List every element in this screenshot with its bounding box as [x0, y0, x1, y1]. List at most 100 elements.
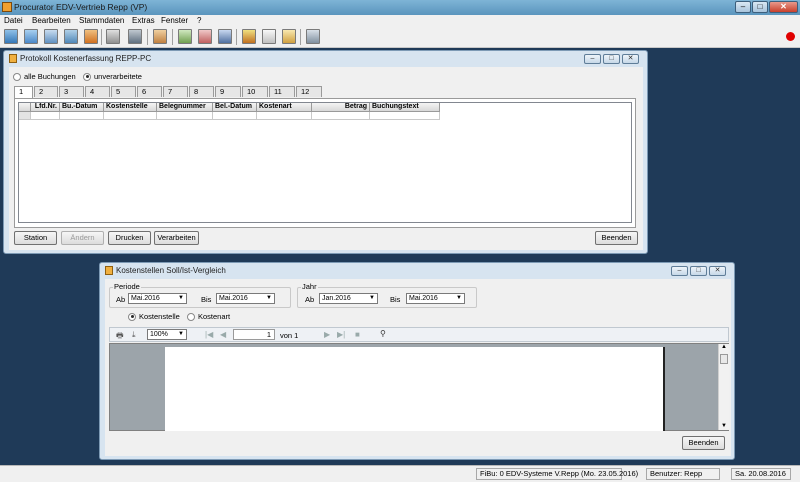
protokoll-minimize-button[interactable]: –: [584, 54, 601, 64]
prev-page-icon[interactable]: ◀: [220, 330, 226, 339]
tab-1[interactable]: 1: [14, 86, 33, 98]
chart-red-icon[interactable]: [198, 29, 212, 44]
grid-cell[interactable]: [157, 112, 213, 120]
periode-bis-value: Mai.2016: [219, 295, 248, 302]
column-header[interactable]: Bel.-Datum: [213, 103, 257, 112]
radio-dot: [128, 312, 136, 321]
pencil-icon[interactable]: [262, 29, 276, 44]
maximize-button[interactable]: □: [752, 1, 768, 13]
tab-5[interactable]: 5: [111, 86, 136, 97]
stop-icon[interactable]: ■: [355, 330, 360, 339]
calculator-icon[interactable]: [128, 29, 142, 44]
next-page-icon[interactable]: ▶: [324, 330, 330, 339]
menu-bearbeiten[interactable]: Bearbeiten: [32, 16, 71, 25]
row-indicator[interactable]: [19, 112, 31, 120]
sollist-maximize-button[interactable]: □: [690, 266, 707, 276]
station-button[interactable]: Station: [14, 231, 57, 245]
verarbeiten-button[interactable]: Verarbeiten: [154, 231, 199, 245]
tab-7[interactable]: 7: [163, 86, 188, 97]
minimize-button[interactable]: –: [735, 1, 751, 13]
jahr-bis-select[interactable]: Mai.2016 ▼: [406, 293, 465, 304]
scroll-thumb[interactable]: [720, 354, 728, 364]
bookings-grid[interactable]: Lfd.Nr. Bu.-Datum Kostenstelle Belegnumm…: [18, 102, 632, 223]
sollist-minimize-button[interactable]: –: [671, 266, 688, 276]
protokoll-window: Protokoll Kostenerfassung REPP-PC – □ ✕ …: [3, 50, 648, 254]
aendern-button[interactable]: Ändern: [61, 231, 104, 245]
export-icon[interactable]: [84, 29, 98, 44]
first-page-icon[interactable]: |◀: [205, 330, 213, 339]
menu-help[interactable]: ?: [197, 16, 201, 25]
page-number-input[interactable]: 1: [233, 329, 275, 340]
printer-icon[interactable]: [106, 29, 120, 44]
tab-10[interactable]: 10: [242, 86, 268, 97]
binoculars-icon[interactable]: ⚲: [380, 329, 386, 338]
report-icon[interactable]: [218, 29, 232, 44]
edit-document-icon[interactable]: [64, 29, 78, 44]
chart-green-icon[interactable]: [178, 29, 192, 44]
grid-cell[interactable]: [31, 112, 60, 120]
info-icon[interactable]: [282, 29, 296, 44]
grid-cell[interactable]: [104, 112, 157, 120]
grid-cell[interactable]: [213, 112, 257, 120]
vertical-scrollbar[interactable]: ▲ ▼: [718, 344, 729, 430]
grid-cell[interactable]: [60, 112, 104, 120]
save-icon[interactable]: [24, 29, 38, 44]
periode-ab-value: Mai.2016: [131, 295, 160, 302]
tab-3[interactable]: 3: [59, 86, 84, 97]
last-page-icon[interactable]: ▶|: [337, 330, 345, 339]
window-icon[interactable]: [306, 29, 320, 44]
kostenstelle-radio[interactable]: Kostenstelle: [128, 312, 180, 321]
column-header[interactable]: Lfd.Nr.: [31, 103, 60, 112]
tab-8[interactable]: 8: [189, 86, 214, 97]
filter-all-radio[interactable]: alle Buchungen: [13, 72, 76, 81]
radio-dot: [83, 72, 91, 81]
protokoll-beenden-button[interactable]: Beenden: [595, 231, 638, 245]
tab-2[interactable]: 2: [34, 86, 58, 97]
print-icon[interactable]: 🖶: [116, 330, 124, 344]
chevron-down-icon: ▼: [178, 331, 184, 337]
row-indicator-header: [19, 103, 31, 112]
export-icon[interactable]: ⤓: [132, 330, 136, 340]
tab-11[interactable]: 11: [269, 86, 295, 97]
menu-fenster[interactable]: Fenster: [161, 16, 188, 25]
filter-unprocessed-radio[interactable]: unverarbeitete: [83, 72, 142, 81]
protokoll-maximize-button[interactable]: □: [603, 54, 620, 64]
drucken-button[interactable]: Drucken: [108, 231, 151, 245]
sollist-close-button[interactable]: ✕: [709, 266, 726, 276]
column-header[interactable]: Bu.-Datum: [60, 103, 104, 112]
zoom-select[interactable]: 100% ▼: [147, 329, 187, 340]
grid-cell[interactable]: [370, 112, 440, 120]
sollist-beenden-button[interactable]: Beenden: [682, 436, 725, 450]
grid-cell[interactable]: [257, 112, 312, 120]
kostenart-radio[interactable]: Kostenart: [187, 312, 230, 321]
page-count-label: von 1: [280, 331, 299, 340]
periode-ab-select[interactable]: Mai.2016 ▼: [128, 293, 187, 304]
sollist-window: Kostenstellen Soll/Ist-Vergleich – □ ✕ P…: [99, 262, 735, 460]
scroll-down-icon[interactable]: ▼: [721, 423, 727, 429]
jahr-ab-select[interactable]: Jan.2016 ▼: [319, 293, 378, 304]
search-document-icon[interactable]: [44, 29, 58, 44]
zoom-value: 100%: [150, 331, 168, 338]
column-header[interactable]: Belegnummer: [157, 103, 213, 112]
tab-4[interactable]: 4: [85, 86, 110, 97]
tab-6[interactable]: 6: [137, 86, 162, 97]
menu-extras[interactable]: Extras: [132, 16, 155, 25]
column-header[interactable]: Betrag: [312, 103, 370, 112]
menu-datei[interactable]: Datei: [4, 16, 23, 25]
window-app-icon: [105, 266, 113, 275]
new-document-icon[interactable]: [4, 29, 18, 44]
scroll-up-icon[interactable]: ▲: [721, 344, 727, 350]
tab-12[interactable]: 12: [296, 86, 322, 97]
grid-cell[interactable]: [312, 112, 370, 120]
column-header[interactable]: Kostenstelle: [104, 103, 157, 112]
column-header[interactable]: Buchungstext: [370, 103, 440, 112]
close-button[interactable]: ✕: [769, 1, 798, 13]
menu-stammdaten[interactable]: Stammdaten: [79, 16, 124, 25]
protokoll-close-button[interactable]: ✕: [622, 54, 639, 64]
image-icon[interactable]: [153, 29, 167, 44]
tab-9[interactable]: 9: [215, 86, 241, 97]
column-header[interactable]: Kostenart: [257, 103, 312, 112]
bar-chart-icon[interactable]: [242, 29, 256, 44]
main-toolbar: [0, 26, 800, 48]
periode-bis-select[interactable]: Mai.2016 ▼: [216, 293, 275, 304]
